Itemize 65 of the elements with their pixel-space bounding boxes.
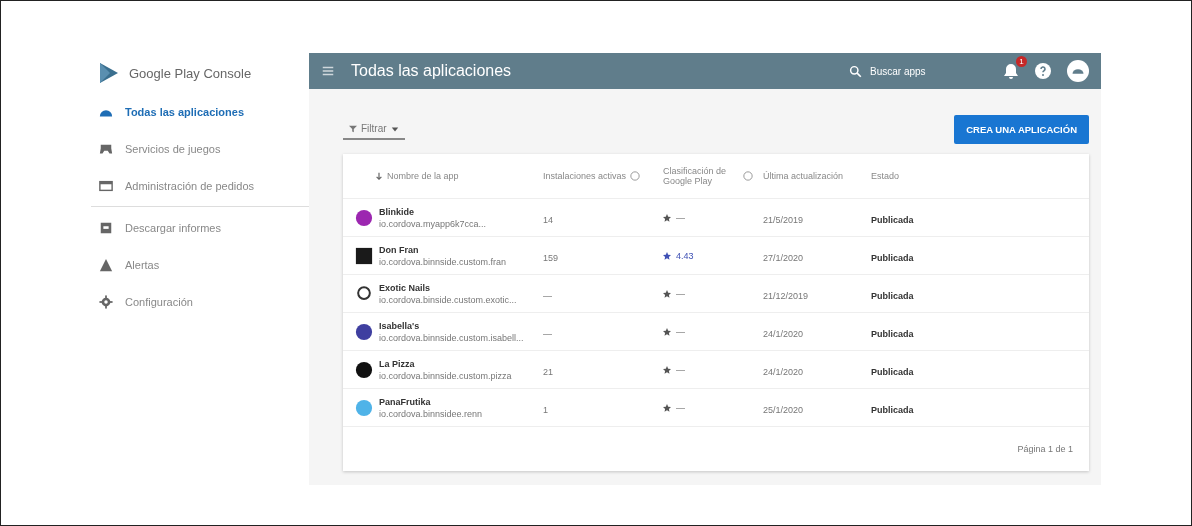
- sidebar-item[interactable]: Descargar informes: [91, 209, 309, 246]
- package-name: io.cordova.binnside.custom.fran: [379, 256, 507, 267]
- sidebar-item[interactable]: Configuración: [91, 283, 309, 320]
- filter-button[interactable]: Filtrar: [343, 119, 405, 140]
- table-cell: 14: [543, 214, 553, 225]
- table-cell: —: [543, 328, 552, 339]
- caret-icon: [390, 124, 399, 133]
- table-cell: —: [543, 290, 552, 301]
- table-cell: 21: [543, 366, 553, 377]
- app-name[interactable]: Exotic Nails: [379, 282, 517, 293]
- card-icon: [99, 178, 113, 193]
- column-header: Última actualización: [763, 171, 844, 181]
- table-cell: Publicada: [871, 366, 914, 377]
- table-cell: Publicada: [871, 290, 914, 301]
- app-name[interactable]: PanaFrutika: [379, 396, 483, 407]
- table-cell: 159: [543, 252, 559, 263]
- app-name[interactable]: Don Fran: [379, 244, 507, 255]
- table-cell: 24/1/2020: [763, 328, 804, 339]
- column-header: Estado: [871, 171, 900, 181]
- table-cell: —: [676, 402, 685, 413]
- table-cell: —: [676, 326, 685, 337]
- search-icon: [849, 64, 862, 78]
- package-name: io.cordova.binnside.custom.isabell...: [379, 332, 524, 343]
- menu-icon[interactable]: [321, 64, 335, 78]
- create-app-button[interactable]: CREA UNA APLICACIÓN: [954, 115, 1089, 144]
- sidebar-item[interactable]: Servicios de juegos: [91, 130, 309, 167]
- app-name[interactable]: La Pizza: [379, 358, 512, 369]
- console-logo-text: Google Play Console: [129, 65, 252, 81]
- package-name: io.cordova.binnsidee.renn: [379, 408, 483, 419]
- notification-badge: 1: [1016, 56, 1027, 67]
- app-name[interactable]: Isabella's: [379, 320, 524, 331]
- table-cell: 1: [543, 404, 548, 415]
- sort-arrow-icon[interactable]: [375, 172, 383, 180]
- table-cell: Publicada: [871, 252, 914, 263]
- table-cell: Publicada: [871, 404, 914, 415]
- search-field[interactable]: Buscar apps: [849, 64, 959, 78]
- table-cell: 24/1/2020: [763, 366, 804, 377]
- table-cell: Publicada: [871, 214, 914, 225]
- column-header: Instalaciones activas: [543, 171, 627, 181]
- table-cell: —: [676, 364, 685, 375]
- app-name[interactable]: Blinkide: [379, 206, 487, 217]
- warning-icon: [99, 257, 113, 272]
- notification-bell-icon[interactable]: [1003, 63, 1019, 79]
- table-cell: 21/12/2019: [763, 290, 809, 301]
- avatar-icon[interactable]: [1067, 60, 1089, 82]
- table-cell: 21/5/2019: [763, 214, 804, 225]
- table-cell: 27/1/2020: [763, 252, 804, 263]
- pagination-text: Página 1 de 1: [1017, 444, 1073, 454]
- package-name: io.cordova.binside.custom.exotic...: [379, 294, 517, 305]
- package-name: io.cordova.myapp6k7cca...: [379, 218, 487, 229]
- column-header[interactable]: Nombre de la app: [387, 171, 459, 181]
- table-cell: —: [676, 288, 685, 299]
- package-name: io.cordova.binnside.custom.pizza: [379, 370, 512, 381]
- table-cell: 25/1/2020: [763, 404, 804, 415]
- table-cell: Publicada: [871, 328, 914, 339]
- sidebar-item[interactable]: Administración de pedidos: [91, 167, 309, 204]
- sidebar-item[interactable]: Alertas: [91, 246, 309, 283]
- filter-icon: [349, 124, 357, 133]
- column-header: Clasificación de Google Play: [663, 166, 728, 186]
- table-cell: —: [676, 212, 685, 223]
- sidebar-item[interactable]: Todas las aplicaciones: [91, 93, 309, 130]
- settings-icon: [99, 294, 113, 309]
- page-title: Todas las aplicaciones: [351, 62, 513, 80]
- inbox-icon: [99, 220, 113, 235]
- table-cell: 4.43: [676, 250, 694, 261]
